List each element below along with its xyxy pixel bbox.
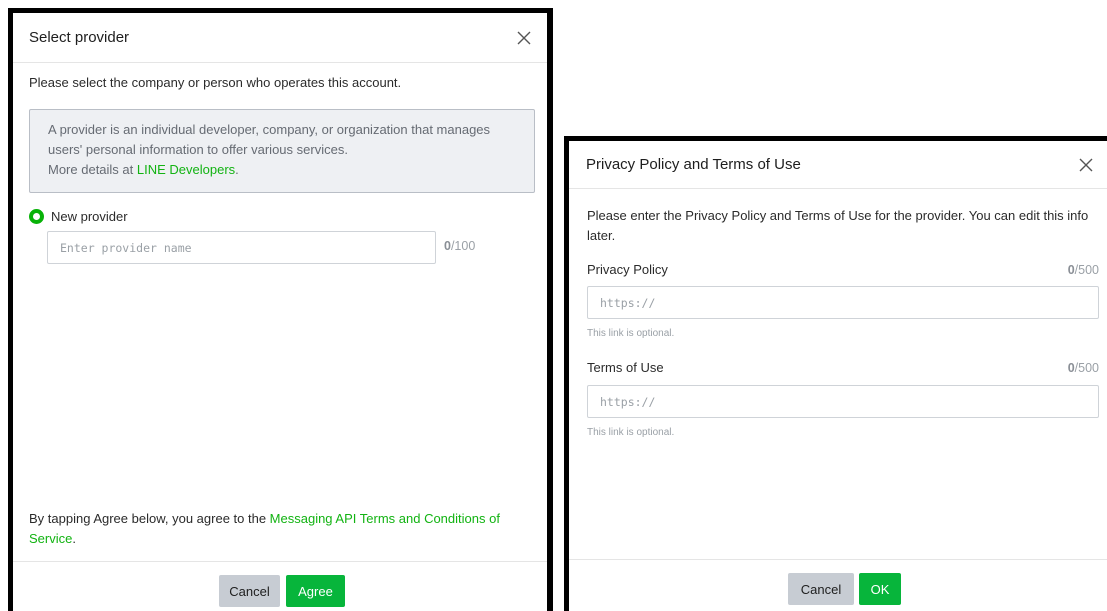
info-more-suffix: . xyxy=(235,162,239,177)
agree-button[interactable]: Agree xyxy=(286,575,345,607)
info-text: A provider is an individual developer, c… xyxy=(48,122,491,157)
terms-prefix: By tapping Agree below, you agree to the xyxy=(29,511,270,526)
provider-info-box: A provider is an individual developer, c… xyxy=(29,109,535,193)
radio-label: New provider xyxy=(51,209,128,224)
ok-button[interactable]: OK xyxy=(859,573,901,605)
cancel-button[interactable]: Cancel xyxy=(219,575,280,607)
terms-notice: By tapping Agree below, you agree to the… xyxy=(29,509,539,549)
counter-value: 0 xyxy=(1067,361,1075,375)
select-provider-dialog: Select provider Please select the compan… xyxy=(8,8,553,611)
dialog-description: Please enter the Privacy Policy and Term… xyxy=(587,208,1089,243)
screenshot-stage: Select provider Please select the compan… xyxy=(0,0,1107,611)
close-icon[interactable] xyxy=(1077,156,1095,174)
dialog-header: Select provider xyxy=(13,13,547,63)
dialog-title: Privacy Policy and Terms of Use xyxy=(586,156,801,173)
terms-of-use-hint: This link is optional. xyxy=(587,427,675,438)
terms-of-use-label: Terms of Use xyxy=(587,360,664,375)
privacy-policy-input[interactable]: https:// xyxy=(587,286,1099,319)
counter-max: /500 xyxy=(1074,361,1099,375)
counter-value: 0 xyxy=(444,239,451,253)
radio-selected-icon[interactable] xyxy=(29,209,44,224)
privacy-terms-dialog: Privacy Policy and Terms of Use Please e… xyxy=(564,136,1107,611)
dialog-header: Privacy Policy and Terms of Use xyxy=(569,141,1107,189)
cancel-button[interactable]: Cancel xyxy=(788,573,854,605)
terms-of-use-counter: 0/500 xyxy=(1068,361,1099,375)
provider-name-counter: 0/100 xyxy=(444,239,475,253)
footer-divider xyxy=(13,561,547,562)
counter-value: 0 xyxy=(1067,263,1075,277)
privacy-policy-placeholder: https:// xyxy=(600,295,656,310)
dialog-description: Please select the company or person who … xyxy=(29,75,402,90)
counter-max: /500 xyxy=(1074,263,1099,277)
info-more-prefix: More details at xyxy=(48,162,137,177)
terms-suffix: . xyxy=(72,531,76,546)
privacy-policy-label: Privacy Policy xyxy=(587,262,668,277)
terms-of-use-input[interactable]: https:// xyxy=(587,385,1099,418)
provider-name-placeholder: Enter provider name xyxy=(60,240,192,255)
new-provider-option[interactable]: New provider xyxy=(29,209,128,224)
privacy-policy-counter: 0/500 xyxy=(1068,263,1099,277)
footer-divider xyxy=(569,559,1107,560)
terms-of-use-placeholder: https:// xyxy=(600,394,656,409)
close-icon[interactable] xyxy=(515,29,533,47)
dialog-title: Select provider xyxy=(29,29,130,46)
provider-name-input[interactable]: Enter provider name xyxy=(47,231,436,264)
counter-max: /100 xyxy=(450,239,476,253)
privacy-policy-hint: This link is optional. xyxy=(587,328,675,339)
line-developers-link[interactable]: LINE Developers xyxy=(137,162,235,177)
